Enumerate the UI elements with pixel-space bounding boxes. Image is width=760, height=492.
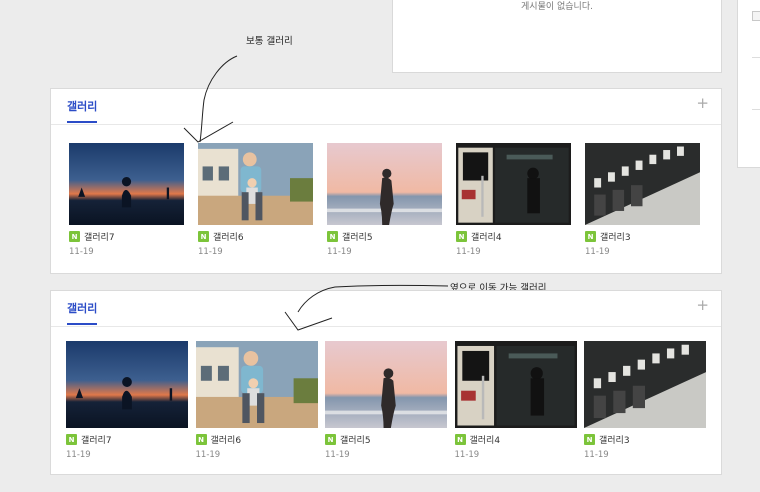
- panel-header: 갤러리 +: [51, 89, 721, 125]
- gallery-thumbnail[interactable]: [584, 341, 706, 428]
- new-badge: N: [327, 231, 338, 242]
- new-badge: N: [325, 434, 336, 445]
- empty-message: 게시물이 없습니다.: [521, 2, 593, 12]
- gallery-thumbnail[interactable]: [69, 143, 184, 225]
- gallery-card[interactable]: N 갤러리4 11-19: [456, 143, 571, 265]
- gallery-card[interactable]: N 갤러리7 11-19: [66, 341, 188, 468]
- new-badge: N: [454, 434, 466, 445]
- gallery-caption: N 갤러리3: [585, 230, 631, 243]
- gallery-thumbnail[interactable]: [66, 341, 188, 428]
- gallery-item-title[interactable]: 갤러리7: [81, 433, 112, 446]
- gallery-card[interactable]: N 갤러리7 11-19: [69, 143, 184, 265]
- gallery-item-date: 11-19: [327, 247, 352, 257]
- gallery-item-date: 11-19: [69, 247, 94, 257]
- gallery-card[interactable]: N 갤러리4 11-19: [454, 341, 577, 468]
- gallery-caption: N 갤러리5: [325, 433, 371, 446]
- gallery-item-title[interactable]: 갤러리3: [599, 433, 630, 446]
- gallery-item-date: 11-19: [584, 450, 609, 460]
- gallery-thumbnail[interactable]: [325, 341, 447, 428]
- gallery-card[interactable]: N 갤러리3 11-19: [585, 143, 700, 265]
- gallery-panel-normal: 갤러리 + N 갤러리7 11-19 N 갤러리6 11-19 N 갤러리5 11-19 N 갤러리…: [50, 88, 722, 274]
- gallery-item-title[interactable]: 갤러리6: [211, 433, 242, 446]
- gallery-thumbnail[interactable]: [198, 143, 313, 225]
- gallery-item-title[interactable]: 갤러리5: [340, 433, 371, 446]
- gallery-item-date: 11-19: [585, 247, 610, 257]
- gallery-card[interactable]: N 갤러리6 11-19: [198, 143, 313, 265]
- panel-title[interactable]: 갤러리: [67, 300, 98, 325]
- gallery-caption: N 갤러리7: [66, 433, 112, 446]
- note-normal-gallery: 보통 갤러리: [246, 36, 293, 47]
- gallery-caption: N 갤러리5: [327, 230, 373, 243]
- gallery-item-title[interactable]: 갤러리5: [342, 230, 373, 243]
- plus-icon[interactable]: +: [696, 96, 709, 111]
- gallery-caption: N 갤러리7: [69, 230, 115, 243]
- gallery-item-title[interactable]: 갤러리7: [84, 230, 115, 243]
- gallery-card[interactable]: N 갤러리6 11-19: [195, 341, 318, 468]
- new-badge: N: [195, 434, 207, 445]
- gallery-caption: N 갤러리3: [584, 433, 630, 446]
- gallery-caption: N 갤러리4: [456, 230, 502, 243]
- new-badge: N: [69, 231, 80, 242]
- gallery-thumbnail[interactable]: [195, 341, 318, 428]
- gallery-item-date: 11-19: [325, 450, 350, 460]
- gallery-item-title[interactable]: 갤러리3: [600, 230, 631, 243]
- gallery-card[interactable]: N 갤러리3 11-19: [584, 341, 706, 468]
- gallery-item-title[interactable]: 갤러리4: [471, 230, 502, 243]
- panel-header: 갤러리 +: [51, 291, 721, 327]
- gallery-item-date: 11-19: [198, 247, 223, 257]
- new-badge: N: [584, 434, 595, 445]
- gallery-item-date: 11-19: [195, 450, 221, 460]
- new-badge: N: [456, 231, 467, 242]
- gallery-card[interactable]: N 갤러리5 11-19: [325, 341, 447, 468]
- right-side-panel: [737, 0, 760, 168]
- gallery-card[interactable]: N 갤러리5 11-19: [327, 143, 442, 265]
- new-badge: N: [66, 434, 77, 445]
- gallery-caption: N 갤러리4: [454, 433, 501, 446]
- gallery-item-date: 11-19: [66, 450, 91, 460]
- gallery-thumbnail[interactable]: [327, 143, 442, 225]
- new-badge: N: [585, 231, 596, 242]
- gallery-item-title[interactable]: 갤러리6: [213, 230, 244, 243]
- new-badge: N: [198, 231, 209, 242]
- gallery-item-date: 11-19: [454, 450, 480, 460]
- gallery-caption: N 갤러리6: [198, 230, 244, 243]
- gallery-thumbnail[interactable]: [456, 143, 571, 225]
- empty-board-box: 게시물이 없습니다.: [392, 0, 722, 73]
- panel-title[interactable]: 갤러리: [67, 98, 98, 123]
- divider: [752, 109, 760, 110]
- gallery-thumbnail[interactable]: [585, 143, 700, 225]
- checkbox[interactable]: [752, 11, 760, 21]
- gallery-thumbnail[interactable]: [454, 341, 577, 428]
- gallery-caption: N 갤러리6: [195, 433, 242, 446]
- gallery-panel-slide: 갤러리 + N 갤러리7 11-19 N 갤러리6 11-19 N 갤러리5 11-19 N 갤러리…: [50, 290, 722, 475]
- gallery-item-title[interactable]: 갤러리4: [470, 433, 501, 446]
- divider: [752, 57, 760, 58]
- gallery-item-date: 11-19: [456, 247, 481, 257]
- plus-icon[interactable]: +: [696, 298, 709, 313]
